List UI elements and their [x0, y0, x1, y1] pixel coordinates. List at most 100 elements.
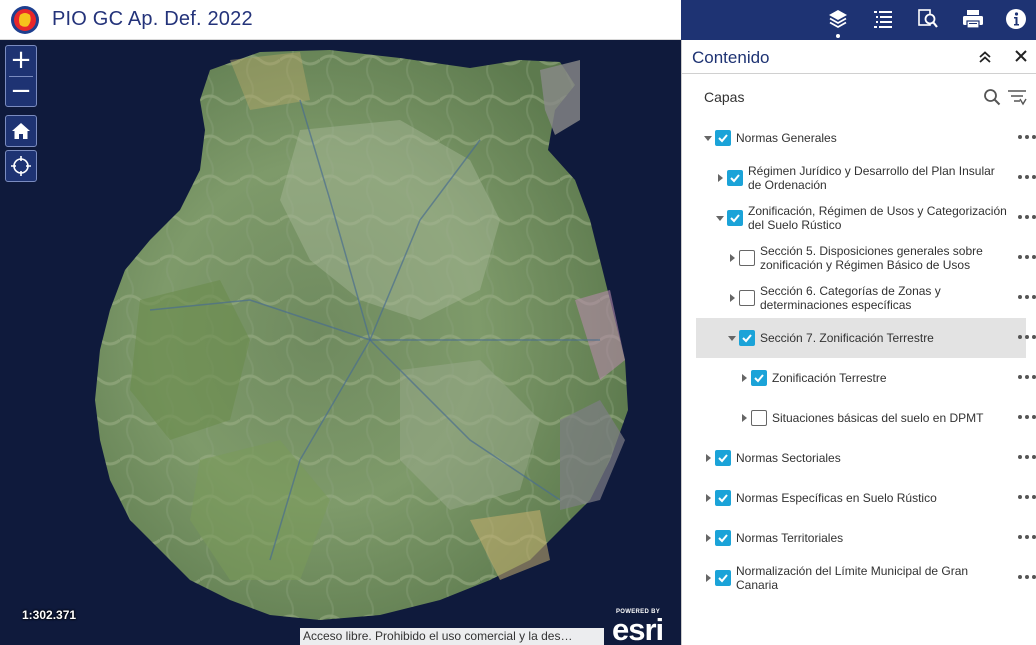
- checkmark-icon: [718, 134, 728, 143]
- collapse-chevrons-icon[interactable]: [977, 49, 993, 65]
- caret-right-icon[interactable]: [739, 373, 749, 383]
- layer-row[interactable]: Normas Sectoriales: [696, 438, 1036, 478]
- island-map: [0, 40, 681, 645]
- layer-row[interactable]: Normas Generales: [696, 118, 1036, 158]
- layer-visibility-checkbox[interactable]: [715, 490, 731, 506]
- zoom-control: + −: [5, 45, 37, 107]
- layer-visibility-checkbox[interactable]: [739, 290, 755, 306]
- map-attribution[interactable]: Acceso libre. Prohibido el uso comercial…: [300, 628, 604, 645]
- layer-visibility-checkbox[interactable]: [715, 530, 731, 546]
- scale-readout: 1:302.371: [22, 608, 77, 622]
- layers-section-label: Capas: [704, 89, 745, 105]
- layer-row[interactable]: Sección 6. Categorías de Zonas y determi…: [696, 278, 1036, 318]
- layer-label[interactable]: Zonificación, Régimen de Usos y Categori…: [748, 198, 1008, 238]
- home-icon: [12, 123, 30, 139]
- layer-row[interactable]: Normas Territoriales: [696, 518, 1036, 558]
- layer-label[interactable]: Régimen Jurídico y Desarrollo del Plan I…: [748, 158, 1008, 198]
- app-title: PIO GC Ap. Def. 2022: [52, 8, 253, 30]
- layer-label[interactable]: Normas Sectoriales: [736, 438, 1008, 478]
- locate-button[interactable]: [5, 150, 37, 182]
- layer-visibility-checkbox[interactable]: [727, 170, 743, 186]
- checkmark-icon: [718, 574, 728, 583]
- layer-options-icon[interactable]: [1018, 452, 1036, 462]
- layer-options-icon[interactable]: [1018, 412, 1036, 422]
- layer-label[interactable]: Normas Territoriales: [736, 518, 1008, 558]
- search-icon[interactable]: [983, 88, 1001, 106]
- caret-down-icon[interactable]: [715, 213, 725, 223]
- layer-label[interactable]: Situaciones básicas del suelo en DPMT: [772, 398, 1008, 438]
- layer-row[interactable]: Sección 7. Zonificación Terrestre: [696, 318, 1036, 358]
- info-icon: [1006, 9, 1026, 29]
- layer-row[interactable]: Situaciones básicas del suelo en DPMT: [696, 398, 1036, 438]
- layer-visibility-checkbox[interactable]: [715, 450, 731, 466]
- caret-down-icon[interactable]: [703, 133, 713, 143]
- layer-label[interactable]: Sección 7. Zonificación Terrestre: [760, 318, 1008, 358]
- filter-list-icon[interactable]: [1007, 88, 1027, 106]
- layer-visibility-checkbox[interactable]: [739, 250, 755, 266]
- layer-row[interactable]: Régimen Jurídico y Desarrollo del Plan I…: [696, 158, 1036, 198]
- caret-right-icon[interactable]: [703, 493, 713, 503]
- query-button[interactable]: [915, 6, 941, 32]
- layer-options-icon[interactable]: [1018, 132, 1036, 142]
- caret-down-icon[interactable]: [727, 333, 737, 343]
- layer-visibility-checkbox[interactable]: [715, 570, 731, 586]
- panel-header: Contenido: [682, 40, 1036, 74]
- layer-visibility-checkbox[interactable]: [751, 370, 767, 386]
- layer-visibility-checkbox[interactable]: [715, 130, 731, 146]
- query-icon: [918, 9, 938, 28]
- caret-right-icon[interactable]: [727, 293, 737, 303]
- checkmark-icon: [730, 214, 740, 223]
- close-icon[interactable]: [1013, 48, 1029, 64]
- checkmark-icon: [730, 174, 740, 183]
- layer-options-icon[interactable]: [1018, 572, 1036, 582]
- layer-label[interactable]: Normas Generales: [736, 118, 1008, 158]
- active-tool-indicator: [836, 34, 840, 38]
- layer-label[interactable]: Normas Específicas en Suelo Rústico: [736, 478, 1008, 518]
- layer-options-icon[interactable]: [1018, 492, 1036, 502]
- layer-row[interactable]: Sección 5. Disposiciones generales sobre…: [696, 238, 1036, 278]
- layer-options-icon[interactable]: [1018, 212, 1036, 222]
- caret-right-icon[interactable]: [703, 573, 713, 583]
- legend-button[interactable]: [870, 6, 896, 32]
- checkmark-icon: [718, 534, 728, 543]
- layer-options-icon[interactable]: [1018, 292, 1036, 302]
- layer-row[interactable]: Normalización del Límite Municipal de Gr…: [696, 558, 1036, 598]
- caret-right-icon[interactable]: [727, 253, 737, 263]
- layer-options-icon[interactable]: [1018, 372, 1036, 382]
- layer-visibility-checkbox[interactable]: [751, 410, 767, 426]
- layer-visibility-checkbox[interactable]: [739, 330, 755, 346]
- print-button[interactable]: [960, 6, 986, 32]
- zoom-out-button[interactable]: −: [6, 77, 36, 107]
- checkmark-icon: [754, 374, 764, 383]
- checkmark-icon: [718, 454, 728, 463]
- layer-visibility-checkbox[interactable]: [727, 210, 743, 226]
- info-button[interactable]: [1003, 6, 1029, 32]
- layer-label[interactable]: Zonificación Terrestre: [772, 358, 1008, 398]
- layer-options-icon[interactable]: [1018, 252, 1036, 262]
- print-icon: [963, 10, 983, 29]
- caret-right-icon[interactable]: [703, 533, 713, 543]
- caret-right-icon[interactable]: [739, 413, 749, 423]
- checkmark-icon: [718, 494, 728, 503]
- layers-button[interactable]: [825, 6, 851, 32]
- esri-logo[interactable]: esri: [612, 612, 664, 645]
- map-view[interactable]: + − 1:302.371 Acceso libre. Prohibido el…: [0, 40, 681, 645]
- header-toolbar: [681, 0, 1036, 40]
- panel-title: Contenido: [692, 48, 770, 67]
- layer-row[interactable]: Zonificación Terrestre: [696, 358, 1036, 398]
- caret-right-icon[interactable]: [703, 453, 713, 463]
- header-title-area: PIO GC Ap. Def. 2022: [0, 0, 681, 40]
- crosshair-icon: [11, 156, 31, 176]
- home-button[interactable]: [5, 115, 37, 147]
- legend-icon: [874, 11, 892, 28]
- layer-row[interactable]: Normas Específicas en Suelo Rústico: [696, 478, 1036, 518]
- caret-right-icon[interactable]: [715, 173, 725, 183]
- layer-label[interactable]: Sección 5. Disposiciones generales sobre…: [760, 238, 1008, 278]
- layer-options-icon[interactable]: [1018, 332, 1036, 342]
- zoom-in-button[interactable]: +: [6, 46, 36, 76]
- layer-options-icon[interactable]: [1018, 172, 1036, 182]
- layer-options-icon[interactable]: [1018, 532, 1036, 542]
- layer-label[interactable]: Normalización del Límite Municipal de Gr…: [736, 558, 1008, 598]
- layer-row[interactable]: Zonificación, Régimen de Usos y Categori…: [696, 198, 1036, 238]
- layer-label[interactable]: Sección 6. Categorías de Zonas y determi…: [760, 278, 1008, 318]
